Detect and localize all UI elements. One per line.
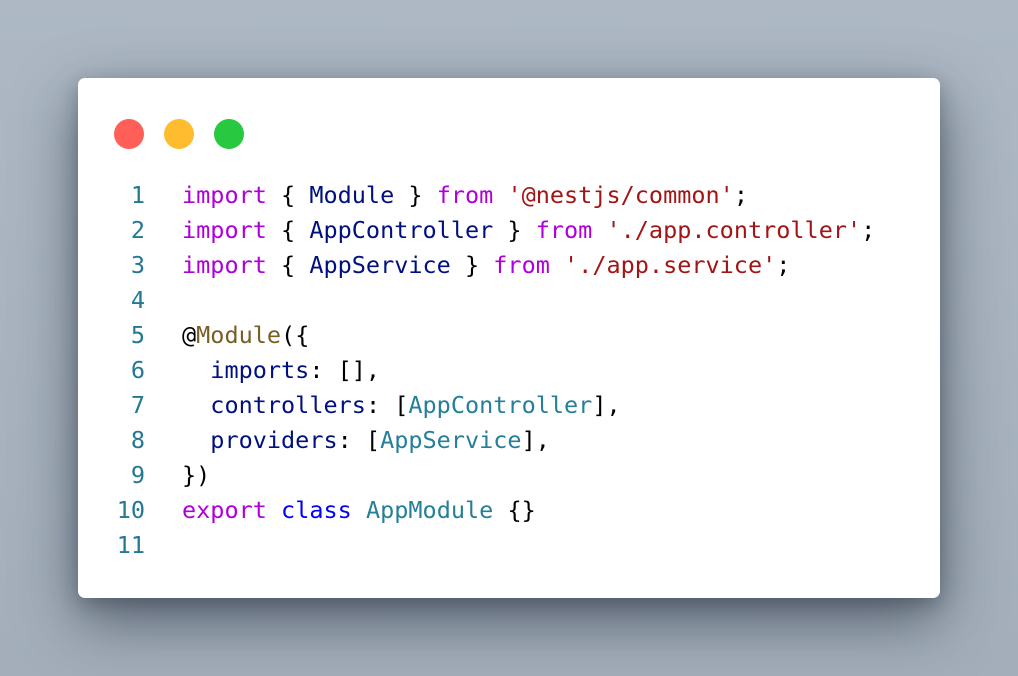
code-token: AppService [309,251,451,279]
code-token: export [182,496,267,524]
line-number: 8 [130,426,145,454]
code-line: 8 providers: [AppService], [78,423,940,458]
code-token: imports [210,356,310,384]
code-token: } [394,181,437,209]
code-token: } [493,216,536,244]
line-number: 1 [130,181,145,209]
code-token: import [182,181,267,209]
code-token: ; [733,181,748,209]
code-block: 1 import { Module } from '@nestjs/common'… [78,178,940,563]
line-number: 5 [130,321,145,349]
code-token: @ [182,321,197,349]
code-token: { [266,216,310,244]
code-token: { [266,251,310,279]
code-line-content: @Module({ [182,318,309,353]
line-number: 11 [116,531,145,559]
code-token: ; [861,216,876,244]
code-line: 11 [78,528,940,563]
code-token: './app.service' [564,251,777,279]
code-line: 2 import { AppController } from './app.co… [78,213,940,248]
code-line-content: providers: [AppService], [182,423,550,458]
code-token: '@nestjs/common' [507,181,734,209]
minimize-dot-icon[interactable] [164,119,194,149]
code-token: import [182,251,267,279]
code-token: './app.controller' [606,216,862,244]
code-token: : [ [337,426,381,454]
code-line-content: imports: [], [182,353,380,388]
line-number: 2 [130,216,145,244]
line-number: 3 [130,251,145,279]
code-token: providers [210,426,338,454]
code-line-content: import { AppService } from './app.servic… [182,248,790,283]
code-line: 4 [78,283,940,318]
line-number: 9 [130,461,145,489]
line-number: 6 [130,356,145,384]
code-line-content: import { AppController } from './app.con… [182,213,875,248]
code-line: 5 @Module({ [78,318,940,353]
code-token: : [], [309,356,381,384]
line-number: 10 [116,496,145,524]
code-token: ], [521,426,550,454]
code-token: from [436,181,494,209]
code-line: 6 imports: [], [78,353,940,388]
line-number: 7 [130,391,145,419]
maximize-dot-icon[interactable] [214,119,244,149]
code-line: 10 export class AppModule {} [78,493,940,528]
code-token: AppController [309,216,494,244]
code-token: AppService [380,426,522,454]
code-token: } [450,251,494,279]
code-token: controllers [210,391,366,419]
code-token: ({ [281,321,310,349]
code-token: AppModule [365,496,494,524]
code-token: ; [776,251,791,279]
code-token: }) [182,461,211,489]
code-token: import [182,216,267,244]
code-line: 9}) [78,458,940,493]
code-token: AppController [408,391,593,419]
code-window: 1 import { Module } from '@nestjs/common'… [78,78,940,598]
code-token: Module [309,181,395,209]
code-token: from [535,216,593,244]
code-token: class [281,496,352,524]
code-token: Module [196,321,282,349]
code-token: {} [493,496,536,524]
code-line-content: import { Module } from '@nestjs/common'; [182,178,748,213]
code-line-content: export class AppModule {} [182,493,536,528]
code-line: 7 controllers: [AppController], [78,388,940,423]
code-token: { [266,181,310,209]
code-line-content: }) [182,458,210,493]
code-token: : [ [365,391,409,419]
code-line: 3 import { AppService } from './app.servi… [78,248,940,283]
code-token: from [493,251,550,279]
code-token: ], [592,391,621,419]
close-dot-icon[interactable] [114,119,144,149]
code-line-content: controllers: [AppController], [182,388,621,423]
code-line: 1 import { Module } from '@nestjs/common'… [78,178,940,213]
line-number: 4 [130,286,145,314]
